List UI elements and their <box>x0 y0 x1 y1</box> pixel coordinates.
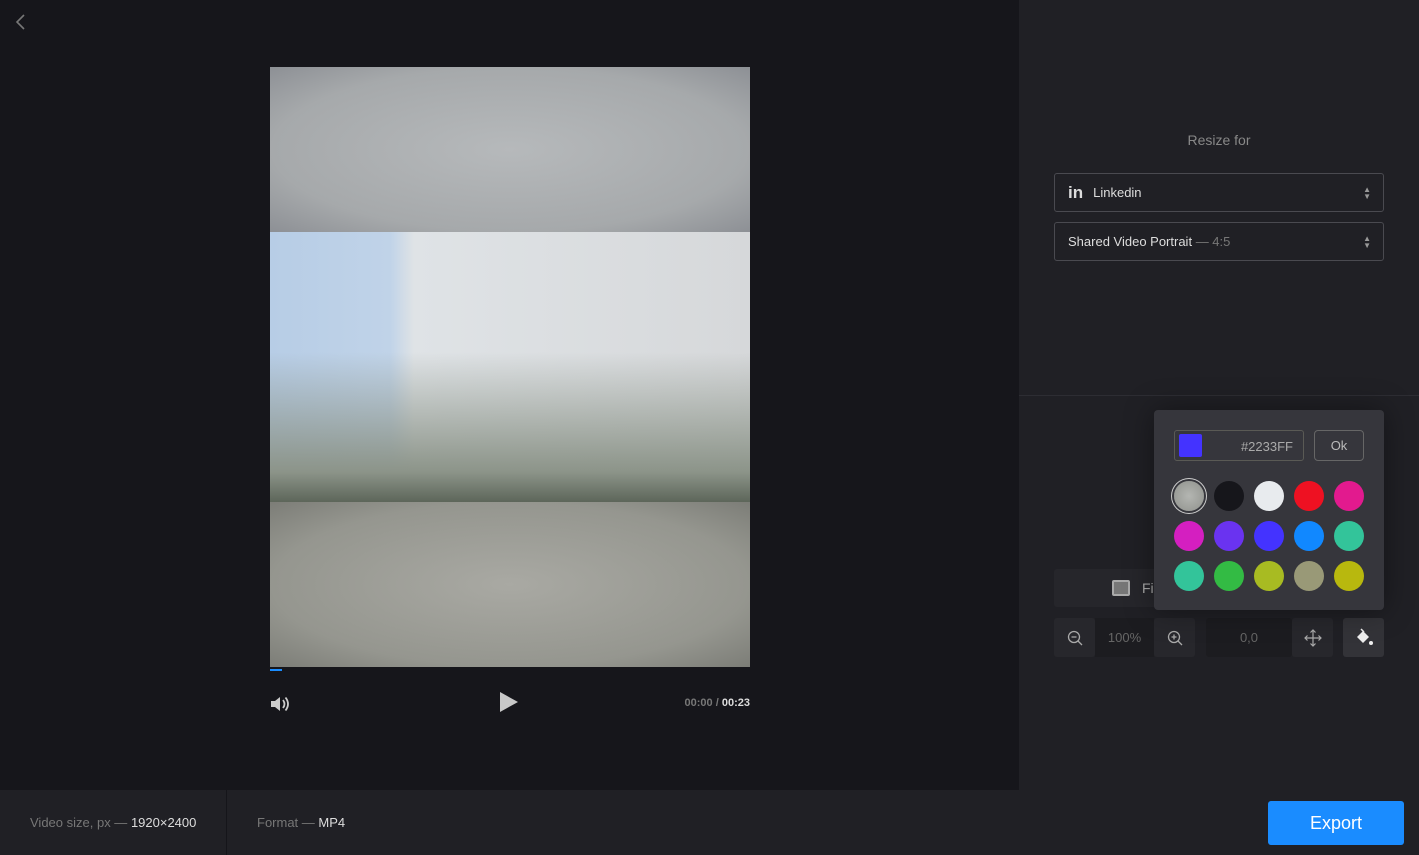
preset-select[interactable]: Shared Video Portrait — 4:5 ▲ ▼ <box>1054 222 1384 261</box>
volume-icon[interactable] <box>268 692 292 716</box>
blur-background-top <box>270 67 750 232</box>
play-icon[interactable] <box>500 692 518 712</box>
color-swatches <box>1174 481 1364 591</box>
select-arrows-icon: ▲ ▼ <box>1363 185 1371 201</box>
background-color-button[interactable] <box>1343 618 1384 657</box>
color-swatch[interactable] <box>1254 481 1284 511</box>
platform-select[interactable]: in Linkedin ▲ ▼ <box>1054 173 1384 212</box>
linkedin-icon: in <box>1068 182 1084 202</box>
back-chevron-icon[interactable] <box>14 12 34 34</box>
color-swatch[interactable] <box>1254 561 1284 591</box>
color-swatch[interactable] <box>1214 521 1244 551</box>
color-swatch[interactable] <box>1334 561 1364 591</box>
color-swatch[interactable] <box>1294 561 1324 591</box>
color-swatch[interactable] <box>1294 521 1324 551</box>
color-swatch[interactable] <box>1174 561 1204 591</box>
video-preview[interactable] <box>270 67 750 667</box>
resize-for-label: Resize for <box>1187 132 1251 148</box>
zoom-out-icon <box>1067 630 1082 645</box>
current-color-swatch <box>1179 434 1202 457</box>
swatch-blur[interactable] <box>1174 481 1204 511</box>
zoom-in-button[interactable] <box>1154 618 1195 657</box>
footer-divider <box>226 790 227 855</box>
time-separator: / <box>715 697 719 709</box>
footer-bar: Video size, px — 1920×2400 Format — MP4 <box>0 790 1419 855</box>
color-swatch[interactable] <box>1294 481 1324 511</box>
preset-ratio: — 4:5 <box>1195 234 1231 249</box>
zoom-out-button[interactable] <box>1054 618 1095 657</box>
zoom-value[interactable]: 100% <box>1095 618 1154 657</box>
format-value: MP4 <box>318 815 346 830</box>
hex-input[interactable]: #2233FF <box>1174 430 1304 461</box>
time-display: 00:00 / 00:23 <box>685 697 750 709</box>
zoom-in-icon <box>1167 630 1182 645</box>
panel-divider <box>1019 395 1419 396</box>
video-size-label: Video size, px — <box>30 815 128 830</box>
format-label: Format — <box>257 815 315 830</box>
paint-bucket-icon <box>1356 627 1373 645</box>
video-size-info: Video size, px — 1920×2400 <box>30 815 196 830</box>
color-picker-popup: #2233FF Ok <box>1154 410 1384 610</box>
preset-label: Shared Video Portrait <box>1068 234 1193 249</box>
duration: 00:23 <box>721 697 750 709</box>
move-button[interactable] <box>1292 618 1333 657</box>
progress-bar[interactable] <box>270 669 282 671</box>
platform-label: Linkedin <box>1093 185 1142 200</box>
select-arrows-icon: ▲ ▼ <box>1363 234 1371 250</box>
color-swatch[interactable] <box>1214 561 1244 591</box>
current-time: 00:00 <box>684 697 713 709</box>
position-value[interactable]: 0,0 <box>1206 618 1292 657</box>
export-button[interactable]: Export <box>1268 801 1404 845</box>
video-size-value: 1920×2400 <box>130 815 197 830</box>
ok-button[interactable]: Ok <box>1314 430 1364 461</box>
hex-value: #2233FF <box>1240 439 1293 454</box>
color-swatch[interactable] <box>1334 481 1364 511</box>
color-swatch[interactable] <box>1174 521 1204 551</box>
format-info: Format — MP4 <box>257 815 345 830</box>
color-swatch[interactable] <box>1254 521 1284 551</box>
fill-icon <box>1112 580 1130 596</box>
blur-background-bottom <box>270 502 750 667</box>
color-swatch[interactable] <box>1334 521 1364 551</box>
video-frame <box>270 232 750 502</box>
color-swatch[interactable] <box>1214 481 1244 511</box>
move-icon <box>1303 628 1322 647</box>
